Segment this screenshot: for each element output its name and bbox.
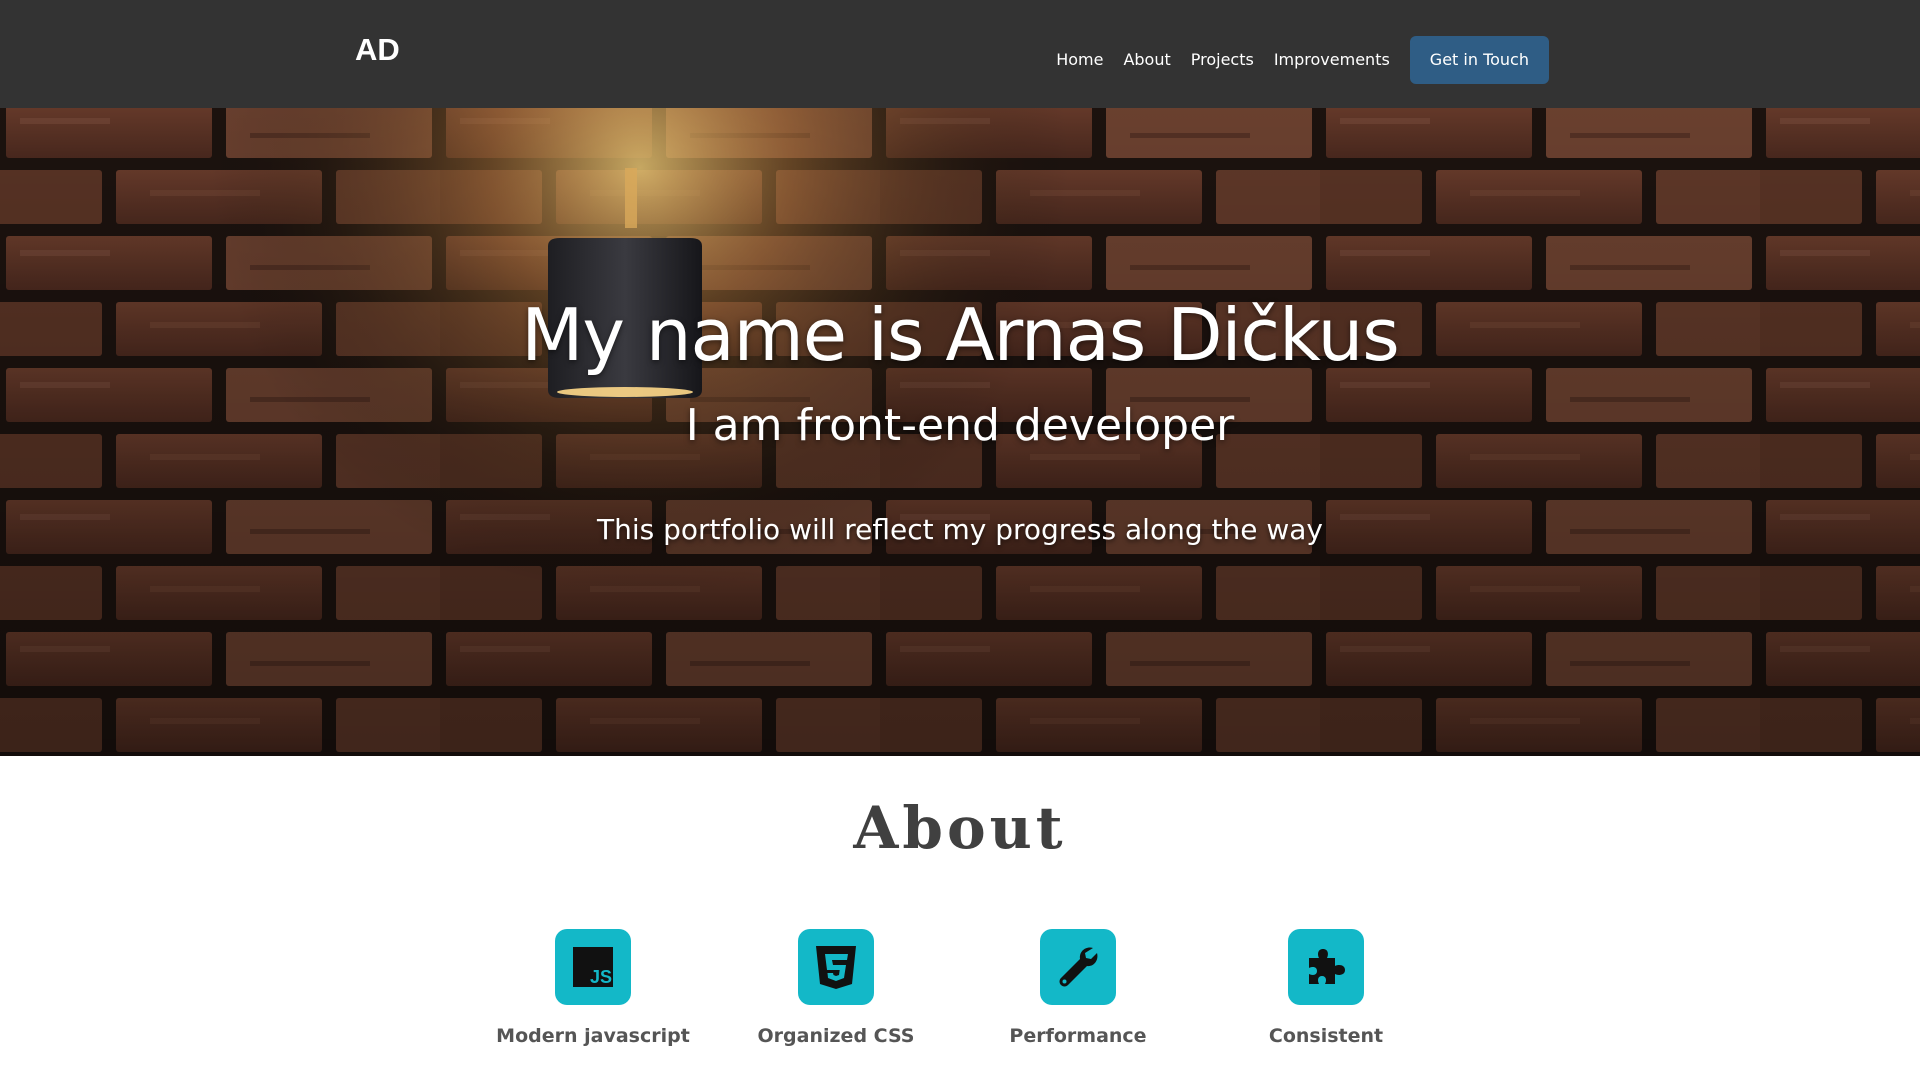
feature-item: Organized CSS [726, 929, 946, 1047]
feature-item: JS Modern javascript [483, 929, 703, 1047]
navbar: AD Home About Projects Improvements Get … [0, 0, 1920, 108]
feature-item: Performance [968, 929, 1188, 1047]
hero-title: My name is Arnas Dičkus [521, 293, 1400, 377]
nav-link-home[interactable]: Home [1056, 36, 1103, 84]
nav-link-improvements[interactable]: Improvements [1274, 36, 1390, 84]
svg-text:JS: JS [590, 967, 612, 987]
puzzle-icon [1288, 929, 1364, 1005]
about-title: About [853, 794, 1067, 862]
get-in-touch-button[interactable]: Get in Touch [1409, 36, 1549, 84]
css3-icon [798, 929, 874, 1005]
brand-logo[interactable]: AD [355, 30, 400, 70]
feature-label: Modern javascript [496, 1025, 690, 1047]
hero-section: My name is Arnas Dičkus I am front-end d… [0, 108, 1920, 756]
hero-subtitle: I am front-end developer [685, 400, 1235, 451]
feature-item: Consistent [1216, 929, 1436, 1047]
feature-label: Organized CSS [757, 1025, 915, 1047]
nav-link-about[interactable]: About [1123, 36, 1170, 84]
feature-label: Consistent [1268, 1025, 1384, 1047]
nav-link-projects[interactable]: Projects [1191, 36, 1254, 84]
nav-links: Home About Projects Improvements Get in … [1036, 36, 1549, 84]
feature-label: Performance [1009, 1025, 1147, 1047]
about-section: About JS Modern javascript Organized CSS [0, 756, 1920, 1080]
hero-tagline: This portfolio will reflect my progress … [597, 513, 1323, 546]
js-icon: JS [555, 929, 631, 1005]
wrench-icon [1040, 929, 1116, 1005]
